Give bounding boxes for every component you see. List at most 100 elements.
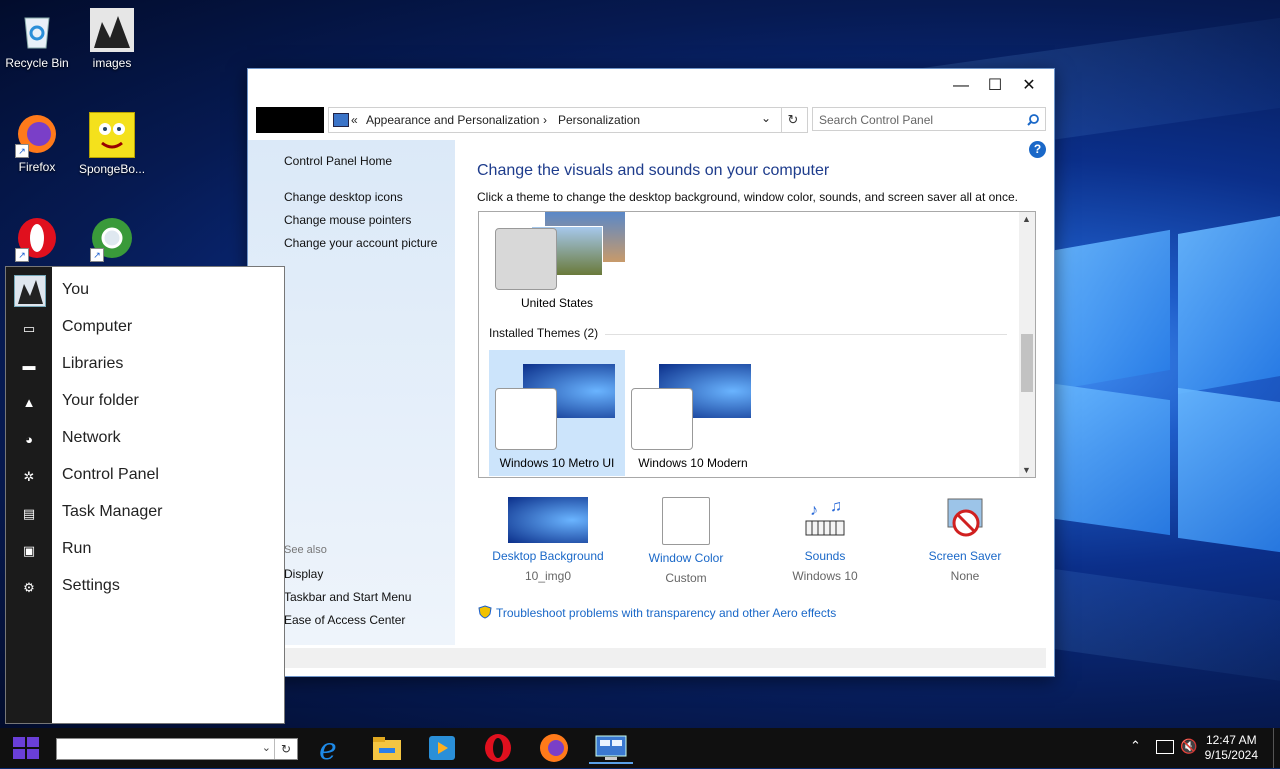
maximize-button[interactable]: ☐ [978, 69, 1012, 103]
start-item-settings[interactable]: ⚙ Settings [6, 569, 284, 606]
screen-saver-link[interactable]: Screen Saver [895, 549, 1035, 563]
file-explorer-icon [373, 737, 401, 760]
sounds-link[interactable]: Sounds [755, 549, 895, 563]
opera-icon [485, 734, 511, 762]
run-icon: ▣ [22, 543, 36, 558]
show-hidden-icons-chevron-icon[interactable]: ⌃ [1130, 738, 1141, 754]
sidebar-link-account-picture[interactable]: Change your account picture [284, 236, 437, 250]
windows-logo-icon [13, 737, 39, 759]
see-also-taskbar[interactable]: Taskbar and Start Menu [284, 590, 411, 604]
breadcrumb-appearance[interactable]: Appearance and Personalization [366, 108, 539, 132]
desktop-background-item[interactable]: Desktop Background 10_img0 [478, 497, 618, 583]
monitor-icon: ▭ [22, 321, 36, 336]
desktop-icon-firefox[interactable]: ↗ Firefox [0, 112, 74, 174]
search-icon[interactable] [1027, 114, 1039, 126]
theme-label: United States [520, 296, 594, 310]
desktop-icon-label: images [92, 56, 132, 70]
chrome-icon: ↗ [90, 216, 134, 262]
start-button[interactable] [12, 736, 40, 760]
address-bar-row: « Appearance and Personalization › Perso… [256, 107, 1046, 133]
refresh-icon[interactable]: ↻ [274, 739, 297, 759]
sidebar-link-mouse-pointers[interactable]: Change mouse pointers [284, 213, 411, 227]
taskbar-opera[interactable] [476, 732, 520, 764]
scroll-up-icon[interactable]: ▲ [1022, 214, 1031, 224]
minimize-button[interactable]: — [944, 69, 978, 103]
spongebob-icon [89, 112, 135, 158]
clock-date: 9/15/2024 [1204, 748, 1258, 762]
desktop-background-value: 10_img0 [524, 569, 572, 583]
start-item-label: Run [62, 540, 92, 557]
taskbar-firefox[interactable] [532, 732, 576, 764]
start-item-your-folder[interactable]: ▲ Your folder [6, 384, 284, 421]
internet-explorer-icon: e [319, 732, 337, 767]
windows-logo-pane [1055, 229, 1170, 391]
desktop-icon-spongebob[interactable]: SpongeBo... [75, 112, 149, 176]
taskbar-control-panel[interactable] [589, 732, 633, 764]
start-item-libraries[interactable]: ▬ Libraries [6, 347, 284, 384]
start-item-computer[interactable]: ▭ Computer [6, 310, 284, 347]
desktop-icon-chrome[interactable]: ↗ [75, 216, 149, 264]
address-dropdown-icon[interactable]: ⌄ [761, 106, 771, 130]
start-item-task-manager[interactable]: ▤ Task Manager [6, 495, 284, 532]
breadcrumb-personalization[interactable]: Personalization [558, 108, 640, 132]
start-item-control-panel[interactable]: ✲ Control Panel [6, 458, 284, 495]
address-bar[interactable]: « Appearance and Personalization › Perso… [328, 107, 808, 133]
close-button[interactable]: ✕ [1012, 69, 1046, 103]
desktop-icon-label: Firefox [18, 160, 56, 174]
refresh-button[interactable]: ↻ [781, 108, 804, 132]
chevron-down-icon[interactable]: ⌄ [262, 741, 271, 754]
taskbar-internet-explorer[interactable]: e [309, 732, 353, 767]
shortcut-arrow-icon: ↗ [15, 144, 29, 158]
desktop-background-link[interactable]: Desktop Background [478, 549, 618, 563]
page-subtitle: Click a theme to change the desktop back… [477, 190, 1018, 204]
navigation-buttons[interactable] [256, 107, 324, 133]
desktop-icon-recycle-bin[interactable]: Recycle Bin [0, 8, 74, 70]
screen-saver-item[interactable]: Screen Saver None [895, 497, 1035, 583]
taskbar-media-player[interactable] [420, 732, 464, 764]
desktop-icon-images[interactable]: images [75, 8, 149, 70]
window-color-link[interactable]: Window Color [616, 551, 756, 565]
svg-text:♫: ♫ [830, 498, 842, 515]
start-item-network[interactable]: ◕ Network [6, 421, 284, 458]
theme-window-preview [495, 388, 557, 450]
taskbar: ⌄ ↻ e ⌃ 🔇 12:47 AM 9/15/2024 [0, 728, 1280, 768]
scrollbar-thumb[interactable] [1021, 334, 1033, 392]
sounds-item[interactable]: ♪ ♫ Sounds Windows 10 [755, 497, 895, 583]
taskbar-file-explorer[interactable] [365, 732, 409, 764]
search-placeholder: Search Control Panel [819, 113, 934, 127]
start-item-label: You [62, 281, 89, 298]
theme-windows-10-modern[interactable]: Windows 10 Modern [625, 350, 761, 476]
window-color-value: Custom [665, 571, 707, 585]
system-clock[interactable]: 12:47 AM 9/15/2024 [1205, 733, 1258, 763]
network-status-icon[interactable] [1156, 740, 1174, 754]
volume-muted-icon[interactable]: 🔇 [1180, 738, 1197, 755]
sidebar-link-desktop-icons[interactable]: Change desktop icons [284, 190, 403, 204]
see-also-display[interactable]: Display [284, 567, 323, 581]
window-color-item[interactable]: Window Color Custom [616, 497, 756, 585]
theme-label: Windows 10 Metro UI [499, 456, 615, 470]
help-button[interactable]: ? [1029, 141, 1046, 158]
see-also-ease-of-access[interactable]: Ease of Access Center [284, 613, 405, 627]
windows-logo-pane [1178, 216, 1280, 394]
themes-list: United States Installed Themes (2) Windo… [478, 211, 1036, 478]
theme-united-states[interactable]: United States [493, 212, 625, 312]
see-also-heading: See also [284, 544, 327, 556]
start-menu: You ▭ Computer ▬ Libraries ▲ Your folder… [5, 266, 285, 724]
sidebar-link-home[interactable]: Control Panel Home [284, 154, 392, 168]
desktop-icon-label: Recycle Bin [5, 56, 69, 70]
themes-scrollbar[interactable]: ▲ ▼ [1019, 212, 1035, 477]
search-input[interactable]: Search Control Panel [812, 107, 1046, 131]
scroll-down-icon[interactable]: ▼ [1022, 465, 1031, 475]
theme-windows-10-metro-ui[interactable]: Windows 10 Metro UI [489, 350, 625, 476]
troubleshoot-link[interactable]: Troubleshoot problems with transparency … [478, 605, 836, 620]
section-divider [605, 334, 1007, 335]
start-item-you[interactable]: You [6, 273, 284, 310]
desktop-background-icon [508, 497, 588, 543]
start-item-label: Task Manager [62, 503, 163, 520]
start-item-run[interactable]: ▣ Run [6, 532, 284, 569]
taskbar-search-input[interactable]: ⌄ ↻ [56, 738, 298, 760]
show-desktop-button[interactable] [1273, 728, 1280, 768]
breadcrumb-separator: › [543, 113, 547, 127]
desktop-icon-opera[interactable]: ↗ [0, 216, 74, 264]
address-overflow[interactable]: « [351, 108, 358, 132]
